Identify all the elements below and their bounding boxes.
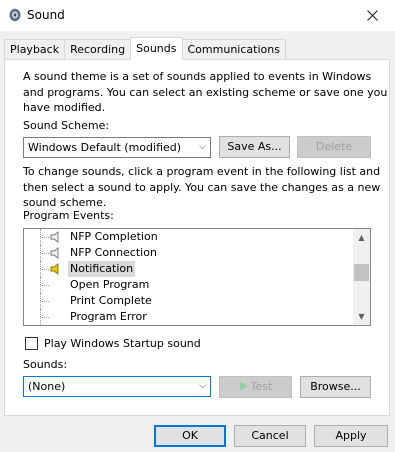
tab-recording[interactable]: Recording	[64, 39, 132, 60]
delete-button[interactable]: Delete	[297, 136, 371, 158]
event-label: Print Complete	[70, 294, 152, 307]
tree-line	[41, 253, 49, 254]
tab-sounds[interactable]: Sounds	[130, 37, 183, 60]
sounds-panel: A sound theme is a set of sounds applied…	[4, 59, 390, 416]
tree-line	[41, 285, 49, 286]
event-label: NFP Connection	[70, 246, 157, 259]
event-label: Notification	[68, 261, 136, 277]
play-icon	[239, 381, 248, 391]
scroll-up-icon[interactable]: ▲	[353, 229, 370, 246]
speaker-active-icon	[50, 263, 59, 275]
test-button[interactable]: Test	[219, 376, 292, 398]
scheme-value: Windows Default (modified)	[28, 141, 182, 154]
tree-line	[41, 301, 49, 302]
chevron-down-icon: ⌵	[199, 381, 206, 391]
speaker-icon	[50, 231, 59, 243]
list-item-selected[interactable]: Notification	[24, 261, 354, 277]
intro-line: have modified.	[23, 101, 106, 114]
list-item[interactable]: Program Error	[24, 309, 354, 325]
ok-button[interactable]: OK	[154, 425, 226, 447]
sounds-label: Sounds:	[23, 358, 68, 371]
list-item[interactable]: NFP Connection	[24, 245, 354, 261]
event-label: NFP Completion	[70, 230, 158, 243]
close-button[interactable]	[349, 0, 395, 31]
intro-line: A sound theme is a set of sounds applied…	[23, 70, 372, 83]
scheme-label: Sound Scheme:	[23, 119, 110, 132]
cancel-button[interactable]: Cancel	[234, 425, 306, 447]
window-title: Sound	[27, 8, 65, 22]
close-icon	[366, 10, 378, 21]
list-item[interactable]: NFP Completion	[24, 229, 354, 245]
scroll-down-icon[interactable]: ▼	[353, 308, 370, 325]
sound-dialog: Sound Playback Recording Sounds Communic…	[0, 0, 395, 452]
tree-line	[41, 269, 49, 270]
tree-line	[41, 317, 49, 318]
tree-line	[41, 237, 49, 238]
list-item[interactable]: Open Program	[24, 277, 354, 293]
event-label: Program Error	[70, 310, 147, 323]
change-line: then select a sound to apply. You can sa…	[23, 180, 381, 194]
change-instructions: To change sounds, click a program event …	[23, 164, 380, 211]
event-label: Open Program	[70, 278, 150, 291]
tab-communications[interactable]: Communications	[181, 39, 286, 60]
sounds-value: (None)	[28, 380, 66, 393]
scrollbar-thumb[interactable]	[354, 264, 369, 281]
events-scrollbar[interactable]: ▲ ▼	[353, 229, 370, 325]
startup-sound-label[interactable]: Play Windows Startup sound	[44, 336, 201, 352]
tab-strip: Playback Recording Sounds Communications	[4, 37, 286, 60]
program-events-label: Program Events:	[23, 209, 114, 222]
save-as-button[interactable]: Save As...	[219, 136, 290, 158]
browse-button[interactable]: Browse...	[300, 376, 371, 398]
program-events-list[interactable]: NFP Completion NFP Connection Notificati…	[23, 228, 371, 326]
intro-text: A sound theme is a set of sounds applied…	[23, 69, 387, 116]
chevron-down-icon: ⌵	[199, 142, 206, 152]
speaker-icon	[50, 247, 59, 259]
test-label: Test	[250, 380, 273, 393]
tab-playback[interactable]: Playback	[4, 39, 66, 60]
intro-line: and programs. You can select an existing…	[23, 85, 388, 99]
startup-sound-checkbox[interactable]	[25, 337, 38, 350]
apply-button[interactable]: Apply	[314, 425, 388, 447]
list-item[interactable]: Print Complete	[24, 293, 354, 309]
title-bar: Sound	[0, 0, 395, 31]
sound-app-icon	[9, 8, 21, 22]
sounds-select[interactable]: (None) ⌵	[23, 376, 211, 397]
scheme-select[interactable]: Windows Default (modified) ⌵	[23, 137, 211, 158]
change-line: To change sounds, click a program event …	[23, 165, 381, 178]
